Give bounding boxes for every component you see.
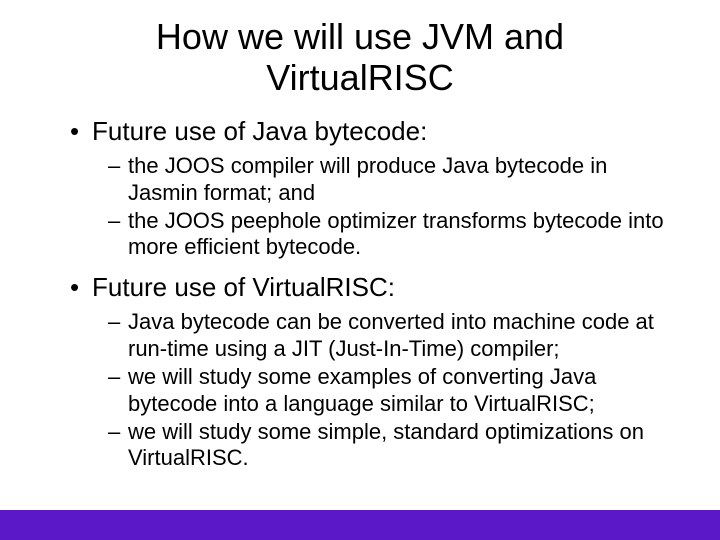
- sublist: the JOOS compiler will produce Java byte…: [108, 153, 680, 261]
- bullet-level2: the JOOS peephole optimizer transforms b…: [108, 208, 680, 261]
- slide-body: Future use of Java bytecode: the JOOS co…: [0, 111, 720, 472]
- bullet-level2: we will study some simple, standard opti…: [108, 419, 680, 472]
- bullet-level2: the JOOS compiler will produce Java byte…: [108, 153, 680, 206]
- sublist: Java bytecode can be converted into mach…: [108, 309, 680, 471]
- bullet-level1: Future use of VirtualRISC:: [70, 271, 680, 304]
- bullet-level2: Java bytecode can be converted into mach…: [108, 309, 680, 362]
- bullet-level2: we will study some examples of convertin…: [108, 364, 680, 417]
- slide-title: How we will use JVM and VirtualRISC: [60, 16, 660, 99]
- title-block: How we will use JVM and VirtualRISC: [0, 0, 720, 111]
- bullet-level1: Future use of Java bytecode:: [70, 115, 680, 148]
- slide: How we will use JVM and VirtualRISC Futu…: [0, 0, 720, 510]
